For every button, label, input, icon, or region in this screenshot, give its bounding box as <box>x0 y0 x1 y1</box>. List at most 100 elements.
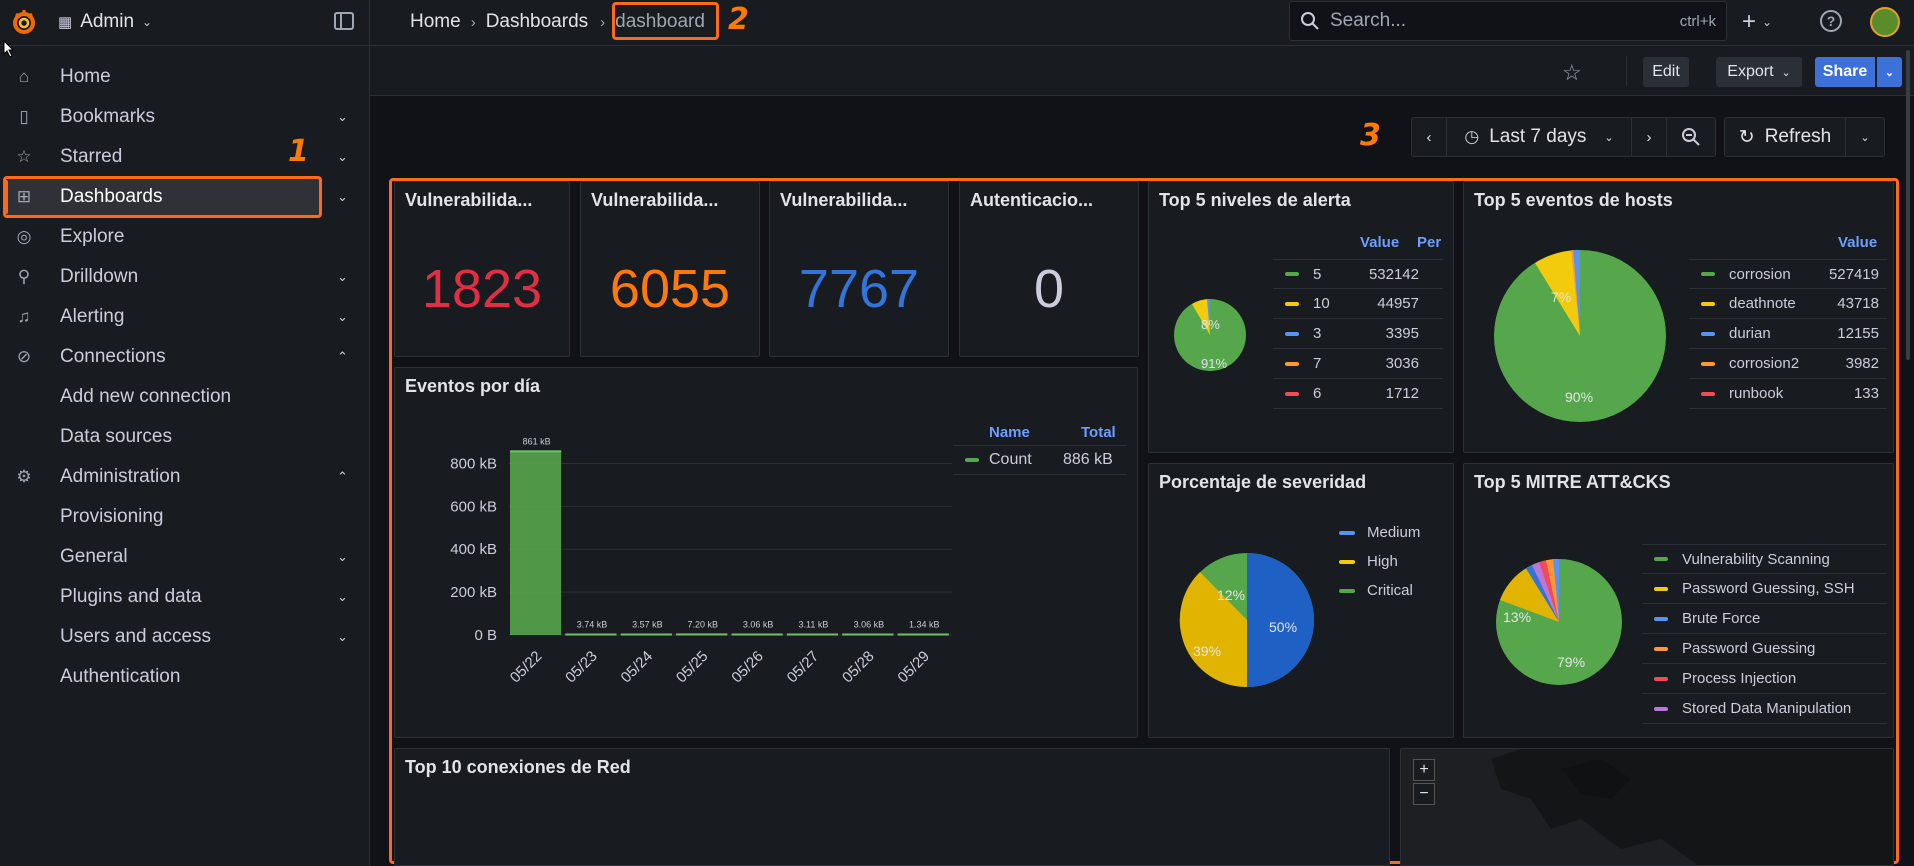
sidebar-item-connections[interactable]: ⊘ Connections ⌃ <box>0 337 370 377</box>
legend-swatch <box>1285 361 1299 366</box>
legend-row[interactable]: 5 532142 <box>1273 259 1443 289</box>
edit-button[interactable]: Edit <box>1643 57 1689 87</box>
legend-row[interactable]: 3 3395 <box>1273 319 1443 349</box>
sidebar-item-data-sources[interactable]: Data sources <box>0 417 370 457</box>
legend-row[interactable]: durian 12155 <box>1689 319 1887 349</box>
star-icon[interactable]: ☆ <box>1562 60 1582 86</box>
avatar[interactable] <box>1870 7 1900 37</box>
chevron-up-icon[interactable]: ⌃ <box>337 469 348 485</box>
sidebar-item-provisioning[interactable]: Provisioning <box>0 497 370 537</box>
breadcrumb-home[interactable]: Home <box>410 11 461 33</box>
search-box[interactable]: Search... ctrl+k <box>1289 1 1727 41</box>
legend-row[interactable]: deathnote 43718 <box>1689 289 1887 319</box>
legend-row[interactable]: Brute Force <box>1642 604 1887 634</box>
panel-title: Eventos por día <box>405 376 541 396</box>
chevron-down-icon[interactable]: ⌄ <box>337 149 348 165</box>
legend-item[interactable]: Medium <box>1339 524 1420 541</box>
sidebar-item-general[interactable]: General ⌄ <box>0 537 370 577</box>
chevron-down-icon[interactable]: ⌄ <box>337 109 348 125</box>
legend-row[interactable]: 10 44957 <box>1273 289 1443 319</box>
chevron-down-icon[interactable]: ⌄ <box>337 629 348 645</box>
chevron-down-icon[interactable]: ⌄ <box>337 549 348 565</box>
legend-label: Vulnerability Scanning <box>1682 550 1830 568</box>
legend-row[interactable]: Password Guessing, SSH <box>1642 574 1887 604</box>
scrollbar[interactable] <box>1906 50 1910 360</box>
x-tick-label: 05/24 <box>618 648 657 687</box>
panel-title: Top 5 MITRE ATT&CKS <box>1474 472 1671 492</box>
refresh-button[interactable]: ↻ Refresh <box>1724 117 1846 157</box>
legend-row[interactable]: Vulnerability Scanning <box>1642 544 1887 574</box>
help-icon[interactable]: ? <box>1820 10 1842 32</box>
sidebar-item-authentication[interactable]: Authentication <box>0 657 370 697</box>
dock-menu-icon[interactable] <box>334 12 354 30</box>
map-zoom-in-button[interactable]: + <box>1413 759 1435 781</box>
legend-row[interactable]: corrosion2 3982 <box>1689 349 1887 379</box>
legend-swatch <box>1701 331 1715 336</box>
sidebar-item-bookmarks[interactable]: ▯ Bookmarks ⌄ <box>0 97 370 137</box>
annotation-box-breadcrumb <box>612 2 719 40</box>
export-button[interactable]: Export ⌄ <box>1716 57 1802 87</box>
col-value-header: Value <box>1360 234 1400 251</box>
legend-swatch <box>1654 676 1668 681</box>
sidebar-item-starred[interactable]: ☆ Starred ⌄ <box>0 137 370 177</box>
org-switcher[interactable]: ▦ Admin ⌄ <box>58 8 152 36</box>
time-forward-chevron-icon[interactable]: › <box>1631 117 1667 157</box>
legend-item[interactable]: High <box>1339 553 1398 570</box>
sidebar-item-add-new-connection[interactable]: Add new connection <box>0 377 370 417</box>
breadcrumb-dashboards[interactable]: Dashboards <box>486 11 588 33</box>
legend-row[interactable]: 7 3036 <box>1273 349 1443 379</box>
zoom-out-time-icon[interactable] <box>1666 117 1716 157</box>
share-dropdown-chevron-icon[interactable]: ⌄ <box>1877 57 1902 87</box>
chevron-down-icon[interactable]: ⌄ <box>337 589 348 605</box>
pie-label: 91% <box>1201 356 1227 371</box>
legend-row[interactable]: corrosion 527419 <box>1689 259 1887 289</box>
time-range-picker[interactable]: ◷ Last 7 days ⌄ <box>1446 117 1632 157</box>
share-button[interactable]: Share <box>1815 57 1875 87</box>
panel-title: Top 10 conexiones de Red <box>405 757 631 777</box>
legend-row[interactable]: Count 886 kB <box>953 445 1127 475</box>
legend-swatch <box>1701 361 1715 366</box>
sidebar-item-explore[interactable]: ◎ Explore <box>0 217 370 257</box>
sidebar-item-home[interactable]: ⌂ Home <box>0 57 370 97</box>
chevron-up-icon[interactable]: ⌃ <box>337 349 348 365</box>
bar-value-label: 861 kB <box>523 436 551 446</box>
legend-row[interactable]: Password Guessing <box>1642 634 1887 664</box>
stat-panel-2: Vulnerabilida... 6055 <box>580 181 760 357</box>
chevron-down-icon[interactable]: ⌄ <box>337 269 348 285</box>
legend-swatch <box>1339 588 1355 593</box>
legend-label: 10 <box>1313 295 1330 312</box>
org-name: Admin <box>80 11 135 32</box>
clock-icon: ◷ <box>1464 127 1480 146</box>
legend-row[interactable]: runbook 133 <box>1689 379 1887 409</box>
map-panel[interactable]: + − <box>1400 748 1894 866</box>
search-input[interactable]: Search... <box>1330 10 1670 32</box>
legend-row[interactable]: 6 1712 <box>1273 379 1443 409</box>
legend-label: Critical <box>1367 582 1413 599</box>
chevron-down-icon[interactable]: ⌄ <box>337 189 348 205</box>
sidebar-item-dashboards[interactable]: ⊞ Dashboards ⌄ <box>0 177 370 217</box>
refresh-interval-chevron-icon[interactable]: ⌄ <box>1845 117 1885 157</box>
legend-label: 3 <box>1313 325 1322 342</box>
sidebar-item-drilldown[interactable]: ⚲ Drilldown ⌄ <box>0 257 370 297</box>
sidebar-item-administration[interactable]: ⚙ Administration ⌃ <box>0 457 370 497</box>
grafana-logo-icon[interactable] <box>10 8 38 36</box>
panel-title: Top 5 niveles de alerta <box>1159 190 1351 210</box>
legend-value: 12155 <box>1837 325 1879 342</box>
stat-value: 7767 <box>798 259 920 319</box>
x-tick-label: 05/26 <box>728 648 767 687</box>
legend-swatch <box>965 458 979 462</box>
legend-item[interactable]: Critical <box>1339 582 1413 599</box>
legend-row[interactable]: Process Injection <box>1642 664 1887 694</box>
bar[interactable] <box>510 450 562 635</box>
sidebar-item-users-and-access[interactable]: Users and access ⌄ <box>0 617 370 657</box>
mitre-panel: Top 5 MITRE ATT&CKS 13% 79% Vulnerabilit… <box>1463 463 1894 738</box>
sidebar-item-plugins-and-data[interactable]: Plugins and data ⌄ <box>0 577 370 617</box>
legend-swatch <box>1701 272 1715 276</box>
map-zoom-out-button[interactable]: − <box>1413 783 1435 805</box>
new-menu-button[interactable]: + ⌄ <box>1742 8 1772 36</box>
events-per-day-panel: Eventos por día 0 B 200 kB 400 kB 600 kB 800… <box>394 367 1138 738</box>
chevron-down-icon[interactable]: ⌄ <box>337 309 348 325</box>
time-back-chevron-icon[interactable]: ‹ <box>1411 117 1447 157</box>
sidebar-item-alerting[interactable]: ♫ Alerting ⌄ <box>0 297 370 337</box>
legend-row[interactable]: Stored Data Manipulation <box>1642 694 1887 724</box>
